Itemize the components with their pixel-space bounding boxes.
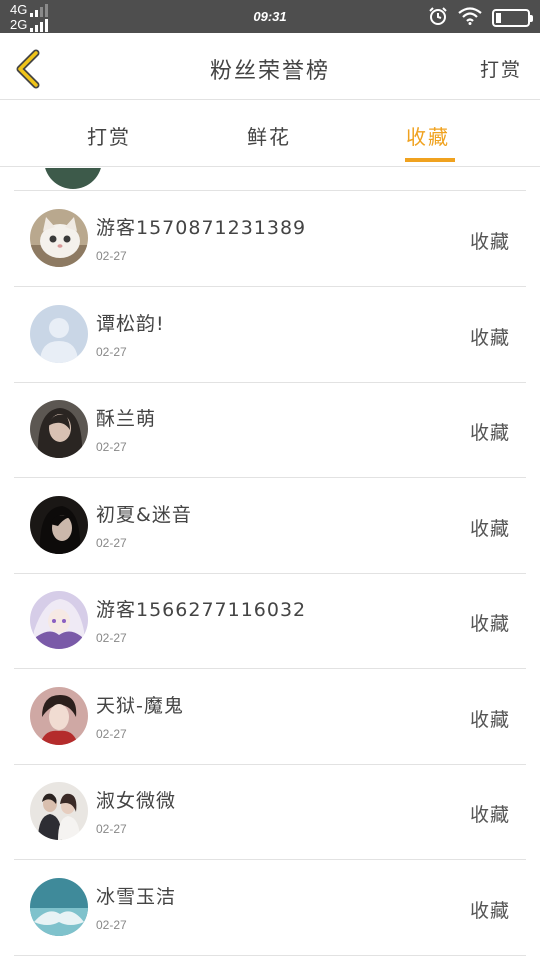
user-name: 冰雪玉洁: [96, 886, 177, 908]
tab-reward[interactable]: 打赏: [87, 121, 131, 150]
favorite-label: 收藏: [469, 518, 510, 540]
date: 02-27: [96, 631, 127, 645]
user-name: 游客1570871231389: [96, 217, 307, 239]
favorite-label: 收藏: [469, 422, 510, 444]
favorite-label: 收藏: [469, 709, 510, 731]
portrait-avatar: [30, 400, 88, 458]
date: 02-27: [96, 727, 127, 741]
date: 02-27: [96, 345, 127, 359]
tab-flowers[interactable]: 鲜花: [247, 121, 291, 150]
user-name: 初夏&迷音: [96, 504, 192, 526]
favorite-label: 收藏: [469, 804, 510, 826]
fan-list[interactable]: 游客1570871231389 02-27 收藏 谭松韵! 02-27 收藏 酥…: [0, 168, 540, 960]
favorite-label: 收藏: [469, 900, 510, 922]
list-item[interactable]: 谭松韵! 02-27 收藏: [14, 287, 526, 383]
tab-bar: 打赏 鲜花 收藏: [0, 101, 540, 167]
reward-button[interactable]: 打赏: [480, 55, 522, 82]
wifi-icon: [458, 7, 482, 29]
user-name: 游客1566277116032: [96, 599, 307, 621]
anime-avatar: [30, 591, 88, 649]
user-name: 酥兰萌: [96, 408, 157, 430]
portrait-avatar: [30, 687, 88, 745]
list-item[interactable]: 天狱-魔鬼 02-27 收藏: [14, 669, 526, 765]
portrait-avatar: [30, 496, 88, 554]
list-item[interactable]: 游客1570871231389 02-27 收藏: [14, 191, 526, 287]
page-title: 粉丝荣誉榜: [209, 59, 330, 84]
date: 02-27: [96, 822, 127, 836]
avatar: [44, 168, 102, 189]
date: 02-27: [96, 440, 127, 454]
list-item[interactable]: 游客1566277116032 02-27 收藏: [14, 573, 526, 669]
cat-avatar: [30, 209, 88, 267]
alarm-icon: [428, 6, 448, 30]
date: 02-27: [96, 249, 127, 263]
favorite-label: 收藏: [469, 231, 510, 253]
couple-avatar: [30, 782, 88, 840]
favorite-label: 收藏: [469, 327, 510, 349]
list-item[interactable]: 淑女微微 02-27 收藏: [14, 764, 526, 860]
user-name: 天狱-魔鬼: [96, 695, 184, 717]
list-item[interactable]: 冰雪玉洁 02-27 收藏: [14, 860, 526, 956]
tab-favorites[interactable]: 收藏: [406, 121, 450, 150]
date: 02-27: [96, 918, 127, 932]
default-user-avatar: [30, 305, 88, 363]
header: 粉丝荣誉榜 打赏: [0, 33, 540, 100]
list-item[interactable]: 初夏&迷音 02-27 收藏: [14, 478, 526, 574]
date: 02-27: [96, 536, 127, 550]
favorite-label: 收藏: [469, 613, 510, 635]
battery-icon: [492, 9, 533, 27]
list-item[interactable]: 酥兰萌 02-27 收藏: [14, 382, 526, 478]
user-name: 谭松韵!: [96, 313, 165, 335]
status-bar: 4G 2G 09:31: [0, 0, 540, 33]
hands-avatar: [30, 878, 88, 936]
user-name: 淑女微微: [96, 790, 177, 812]
list-item[interactable]: [14, 168, 526, 191]
active-tab-indicator: [405, 158, 455, 162]
